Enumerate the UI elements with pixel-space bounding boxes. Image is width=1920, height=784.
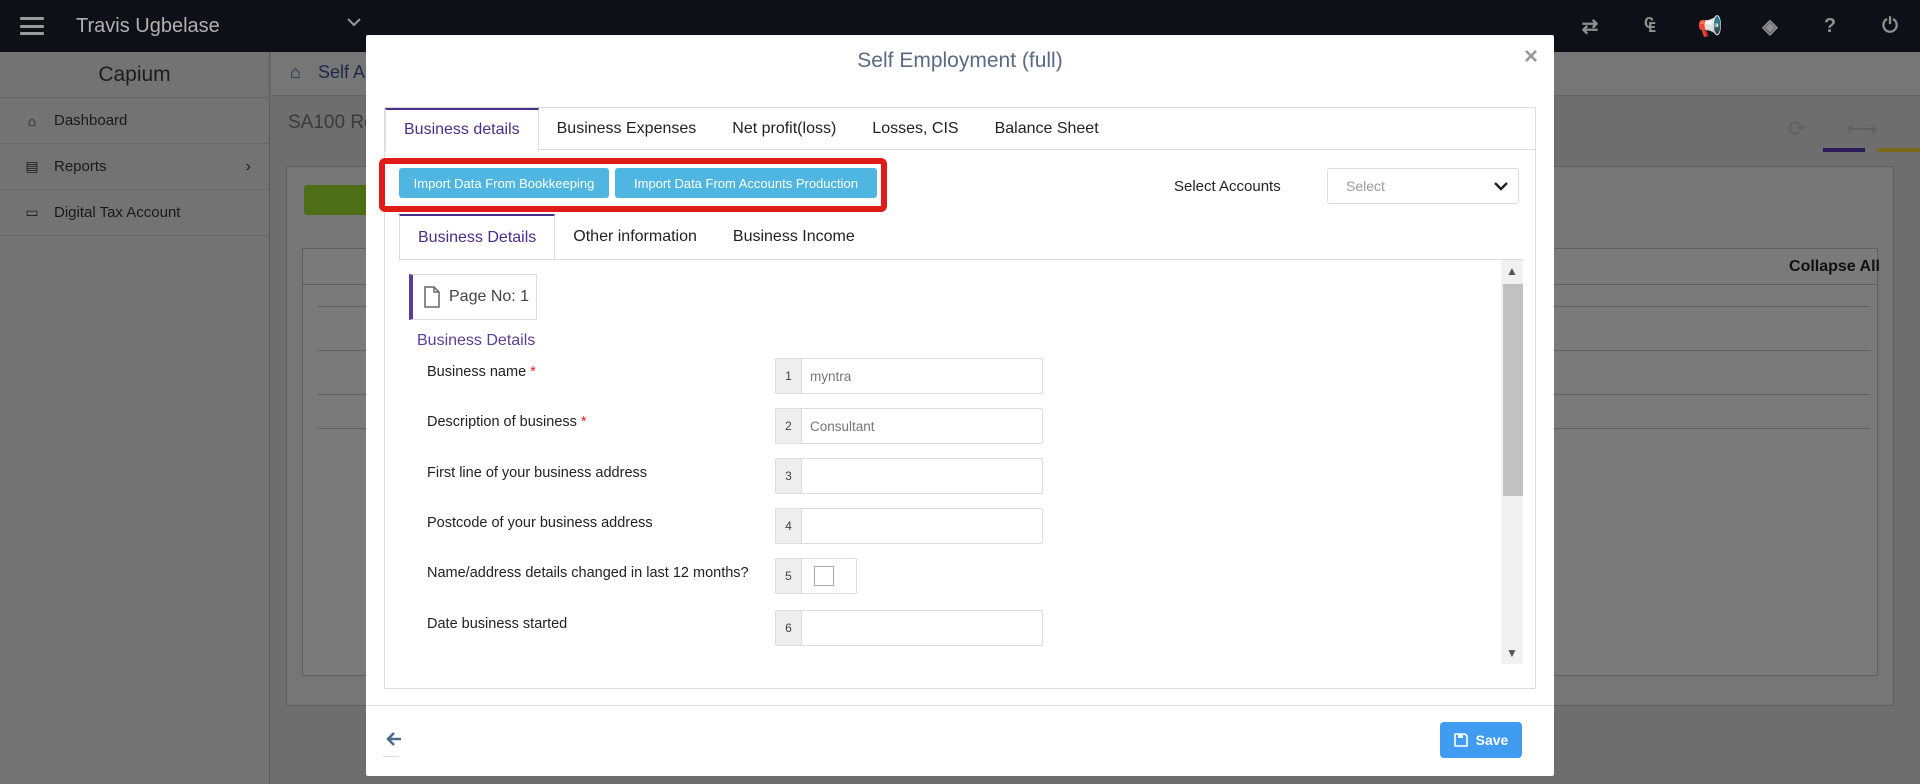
tab-business-expenses[interactable]: Business Expenses xyxy=(539,108,715,150)
postcode-field[interactable]: 4 xyxy=(775,508,1043,544)
postcode-input[interactable] xyxy=(802,509,1042,543)
chevron-down-icon[interactable] xyxy=(346,14,362,30)
document-icon: ▭ xyxy=(25,204,39,220)
field-label-address-line: First line of your business address xyxy=(427,465,648,481)
date-started-field[interactable]: 6 xyxy=(775,610,1043,646)
accent-bar xyxy=(1878,148,1920,152)
field-number: 5 xyxy=(776,559,802,593)
tab-losses-cis[interactable]: Losses, CIS xyxy=(854,108,976,150)
back-arrow-icon[interactable] xyxy=(384,729,404,749)
tab-balance-sheet[interactable]: Balance Sheet xyxy=(977,108,1117,150)
divider xyxy=(383,756,399,757)
field-number: 4 xyxy=(776,509,802,543)
date-started-input[interactable] xyxy=(802,611,1042,645)
field-label-postcode: Postcode of your business address xyxy=(427,515,653,531)
document-icon xyxy=(424,286,440,308)
sidebar-item-dashboard[interactable]: ⌂ Dashboard xyxy=(0,98,269,144)
power-icon[interactable]: ⏻ xyxy=(1860,0,1920,52)
expand-icon[interactable]: ⟷ xyxy=(1846,116,1878,142)
help-icon[interactable]: ? xyxy=(1800,0,1860,52)
field-number: 2 xyxy=(776,409,802,443)
home-icon[interactable]: ⌂ xyxy=(290,62,301,83)
details-changed-checkbox[interactable] xyxy=(814,566,834,586)
page-subtitle: SA100 Re xyxy=(288,112,375,133)
field-label-date-started: Date business started xyxy=(427,616,568,632)
description-input[interactable]: Consultant xyxy=(802,409,1042,443)
sidebar-item-label: Reports xyxy=(54,158,107,175)
home-icon: ⌂ xyxy=(27,112,37,129)
page-number-badge: Page No: 1 xyxy=(409,274,537,320)
field-label-description: Description of business * xyxy=(427,414,587,430)
tab-net-profit-loss[interactable]: Net profit(loss) xyxy=(714,108,854,150)
sidebar-item-reports[interactable]: ▤ Reports › xyxy=(0,144,269,190)
close-icon[interactable]: × xyxy=(1524,43,1538,71)
save-button[interactable]: Save xyxy=(1440,722,1522,758)
vertical-scrollbar[interactable]: ▲ ▼ xyxy=(1501,260,1523,664)
details-changed-field[interactable]: 5 xyxy=(775,558,857,594)
currency-icon[interactable]: ₠ xyxy=(1620,0,1680,52)
accent-bar xyxy=(1823,148,1865,152)
page-number-label: Page No: 1 xyxy=(449,288,530,305)
description-field[interactable]: 2 Consultant xyxy=(775,408,1043,444)
floppy-disk-icon xyxy=(1453,733,1468,747)
modal-body: Business details Business Expenses Net p… xyxy=(379,107,1536,690)
subtab-business-details[interactable]: Business Details xyxy=(399,214,556,261)
field-label-business-name: Business name * xyxy=(427,364,536,380)
save-label: Save xyxy=(1475,732,1509,748)
refresh-icon[interactable]: ⟳ xyxy=(1788,116,1806,142)
business-name-input[interactable]: myntra xyxy=(802,359,1042,393)
scrollbar-thumb[interactable] xyxy=(1503,284,1523,496)
section-title: Business Details xyxy=(417,332,536,349)
modal-footer xyxy=(366,705,1554,706)
field-number: 3 xyxy=(776,459,802,493)
field-label-details-changed: Name/address details changed in last 12 … xyxy=(427,565,749,581)
business-name-field[interactable]: 1 myntra xyxy=(775,358,1043,394)
hamburger-menu-icon[interactable] xyxy=(20,17,44,35)
scroll-down-icon[interactable]: ▼ xyxy=(1501,642,1523,664)
address-line-field[interactable]: 3 xyxy=(775,458,1043,494)
tag-icon[interactable]: ◈ xyxy=(1740,0,1800,52)
chevron-right-icon: › xyxy=(245,157,251,175)
user-name[interactable]: Travis Ugbelase xyxy=(76,15,220,38)
sub-tabs: Business Details Other information Busin… xyxy=(399,214,1523,261)
scroll-up-icon[interactable]: ▲ xyxy=(1501,260,1523,282)
modal-title: Self Employment (full) xyxy=(857,49,1063,72)
tab-business-details[interactable]: Business details xyxy=(385,108,539,151)
transfer-icon[interactable]: ⇄ xyxy=(1560,0,1620,52)
top-icons: ⇄ ₠ 📢 ◈ ? ⏻ xyxy=(1560,0,1920,52)
import-bookkeeping-button[interactable]: Import Data From Bookkeeping xyxy=(399,168,609,198)
megaphone-icon[interactable]: 📢 xyxy=(1680,0,1740,52)
select-placeholder: Select xyxy=(1346,178,1385,194)
sidebar-item-digital-tax-account[interactable]: ▭ Digital Tax Account xyxy=(0,190,269,236)
file-icon: ▤ xyxy=(25,158,39,174)
select-accounts-dropdown[interactable]: Select xyxy=(1327,168,1519,204)
self-employment-modal: Self Employment (full) × Business detail… xyxy=(366,35,1554,776)
brand-logo: Capium xyxy=(0,52,269,98)
address-line-input[interactable] xyxy=(802,459,1042,493)
field-number: 1 xyxy=(776,359,802,393)
subtab-business-income[interactable]: Business Income xyxy=(715,214,873,260)
import-accounts-production-button[interactable]: Import Data From Accounts Production xyxy=(615,168,877,198)
subtab-other-information[interactable]: Other information xyxy=(555,214,715,260)
chevron-down-icon xyxy=(1494,182,1508,191)
sidebar-item-label: Dashboard xyxy=(54,112,128,129)
sidebar: Capium ⌂ Dashboard ▤ Reports › ▭ Digital… xyxy=(0,52,270,784)
field-number: 6 xyxy=(776,611,802,645)
sidebar-item-label: Digital Tax Account xyxy=(54,204,181,221)
main-tabs: Business details Business Expenses Net p… xyxy=(385,108,1535,151)
select-accounts-label: Select Accounts xyxy=(1174,178,1281,195)
form-scroll-area[interactable]: Page No: 1 Business Details Business nam… xyxy=(399,260,1523,690)
collapse-all-button[interactable]: Collapse All xyxy=(1789,258,1880,276)
